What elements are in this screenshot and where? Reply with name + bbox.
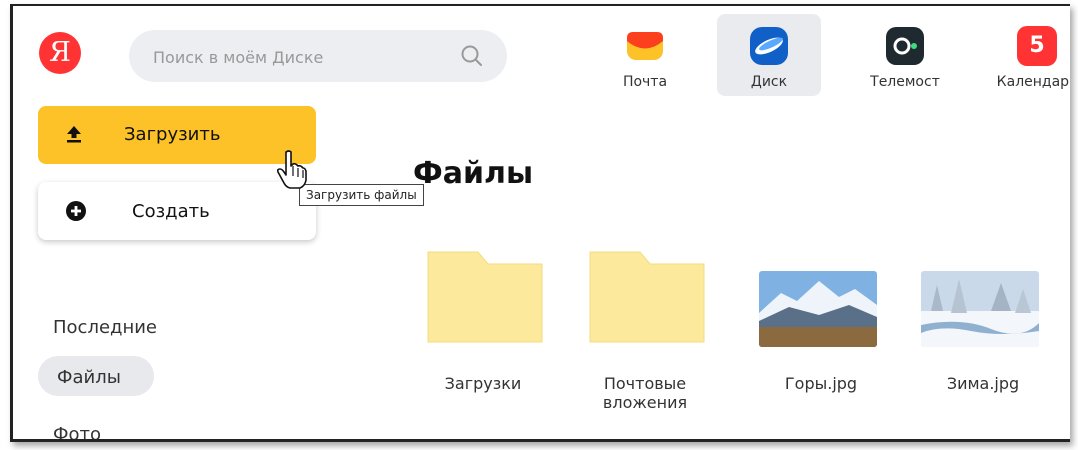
item-label: Загрузки bbox=[444, 374, 522, 393]
nav-item-recent[interactable]: Последние bbox=[53, 317, 157, 338]
hand-cursor-icon bbox=[276, 150, 307, 189]
nav-item-files[interactable]: Файлы bbox=[57, 367, 121, 388]
item-label: Горы.jpg bbox=[784, 374, 858, 393]
calendar-icon: 5 bbox=[1017, 26, 1057, 66]
sidebar: Загрузить Создать Последние Файлы Фото bbox=[13, 102, 363, 439]
upload-icon bbox=[67, 126, 81, 143]
service-label: Диск bbox=[750, 74, 788, 90]
item-label: Почтовые вложения bbox=[602, 374, 688, 412]
item-label: Зима.jpg bbox=[946, 374, 1020, 393]
create-button[interactable]: Создать bbox=[38, 182, 316, 240]
telemost-camera-icon bbox=[886, 27, 924, 65]
folder-icon bbox=[589, 251, 705, 343]
folder-icon bbox=[427, 251, 543, 343]
app-window: Я Почта Диск bbox=[10, 4, 1070, 442]
search-input[interactable] bbox=[151, 30, 455, 84]
service-calendar[interactable]: 5 Календарь bbox=[985, 14, 1070, 96]
service-label: Телемост bbox=[870, 74, 940, 90]
winter-thumbnail bbox=[921, 271, 1039, 347]
top-header: Я Почта Диск bbox=[13, 6, 1070, 102]
nav-item-photo[interactable]: Фото bbox=[53, 424, 101, 439]
service-label: Почта bbox=[622, 74, 668, 90]
service-telemost[interactable]: Телемост bbox=[853, 14, 957, 96]
service-mail[interactable]: Почта bbox=[593, 14, 697, 96]
search-bar[interactable] bbox=[129, 30, 507, 84]
upload-tooltip: Загрузить файлы bbox=[299, 184, 424, 206]
service-label: Календарь bbox=[996, 74, 1070, 90]
upload-label: Загрузить bbox=[124, 124, 221, 145]
main-content: Файлы Загрузки Почтовые вложения Горы.jp… bbox=[363, 102, 1070, 439]
plus-circle-icon bbox=[66, 201, 86, 221]
search-icon[interactable] bbox=[459, 43, 485, 69]
mountains-thumbnail bbox=[759, 271, 877, 347]
disk-cloud-icon bbox=[750, 27, 788, 65]
service-disk[interactable]: Диск bbox=[717, 14, 821, 96]
create-label: Создать bbox=[132, 201, 210, 222]
yandex-logo[interactable]: Я bbox=[39, 32, 81, 74]
mail-envelope-icon bbox=[627, 32, 663, 60]
page-title: Файлы bbox=[413, 156, 534, 191]
